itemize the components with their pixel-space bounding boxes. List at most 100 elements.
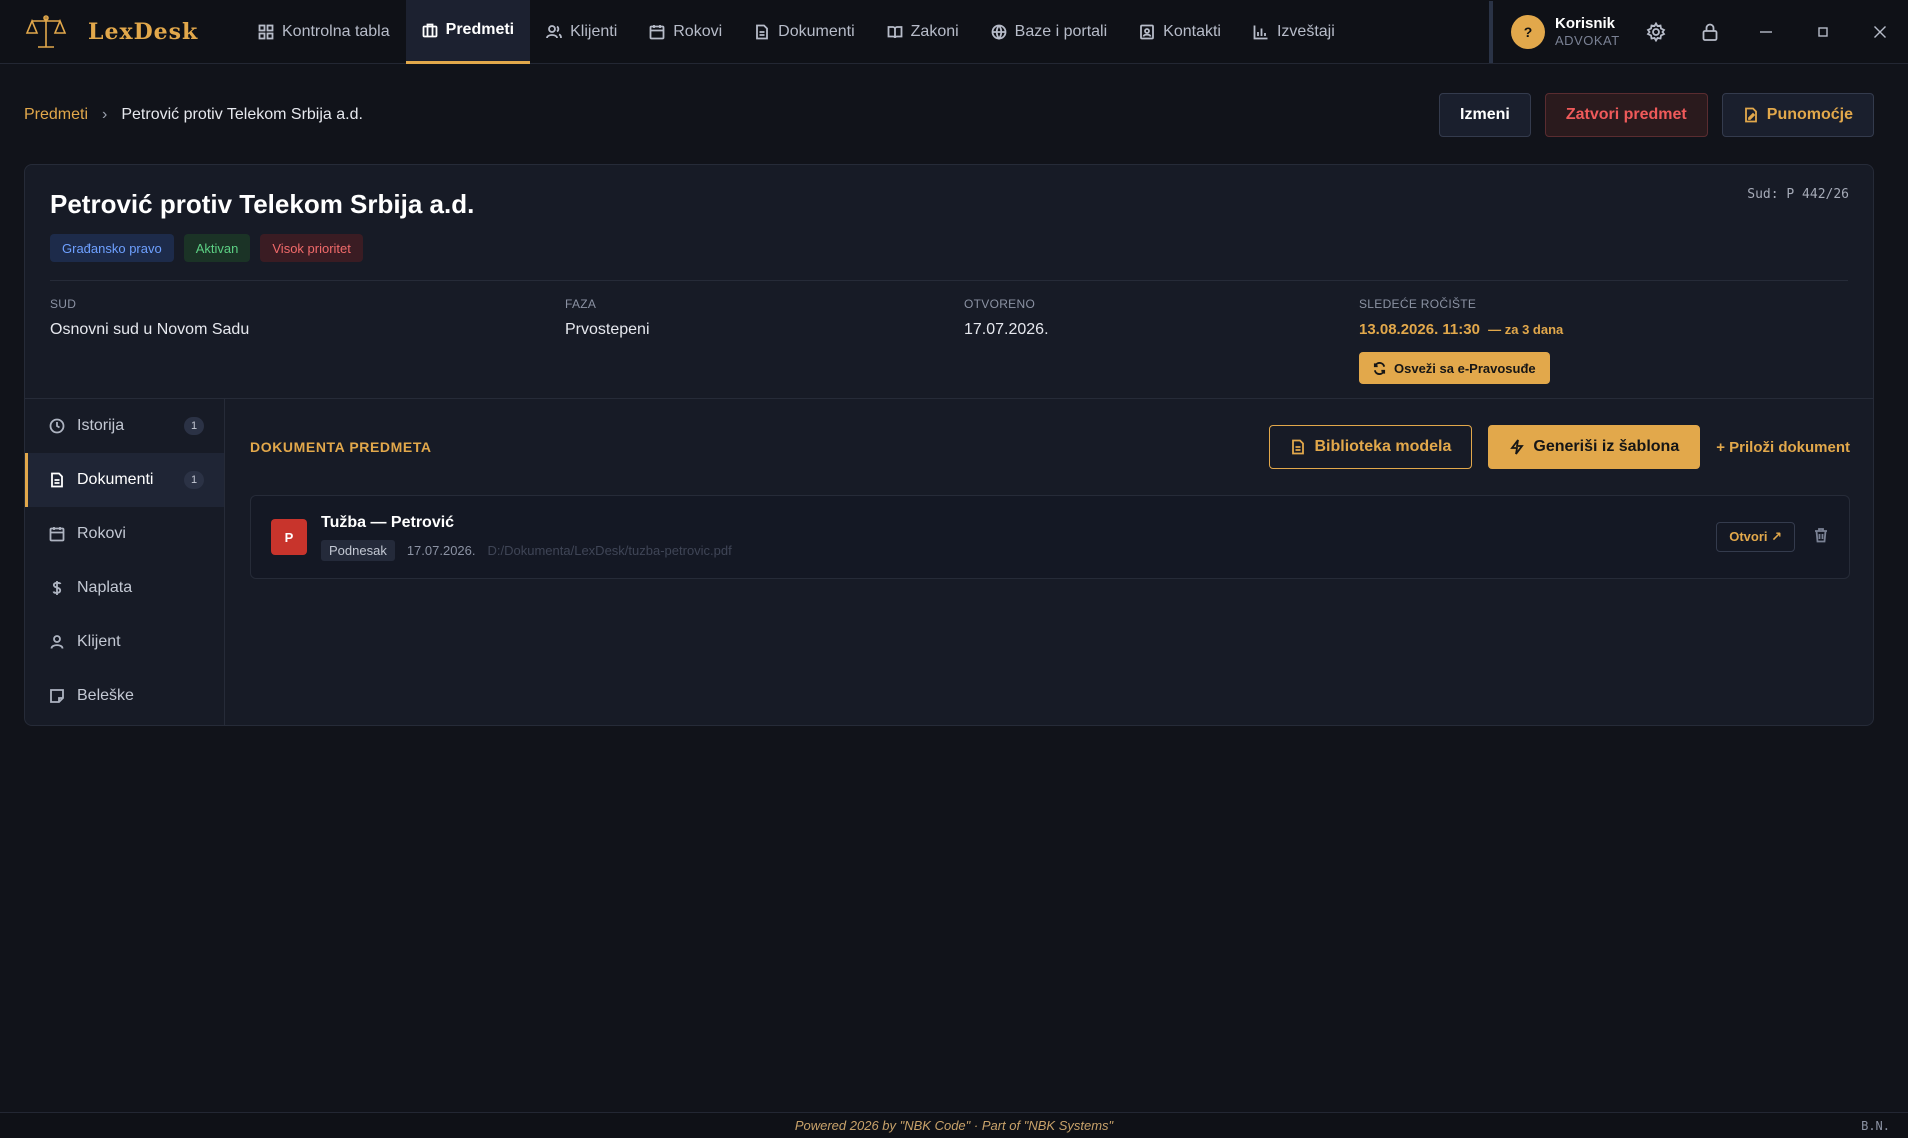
close-case-button[interactable]: Zatvori predmet	[1544, 93, 1708, 137]
open-document-button[interactable]: Otvori ↗	[1716, 522, 1795, 552]
document-icon	[1292, 439, 1305, 455]
tab-beleske[interactable]: Beleške	[25, 669, 224, 723]
nav-rokovi[interactable]: Rokovi	[633, 0, 738, 64]
lock-button[interactable]	[1683, 0, 1737, 64]
users-icon	[546, 24, 563, 38]
lock-icon	[1702, 23, 1718, 41]
maximize-icon	[1817, 27, 1828, 37]
tag-status: Aktivan	[183, 234, 251, 262]
document-meta: Podnesak 17.07.2026. D:/Dokumenta/LexDes…	[321, 539, 732, 561]
note-icon	[50, 689, 64, 703]
case-actions: Izmeni Zatvori predmet Punomoćje	[1439, 93, 1874, 137]
generate-label: Generiši iz šablona	[1533, 438, 1680, 455]
briefcase-icon	[422, 23, 438, 38]
delete-document-button[interactable]	[1813, 527, 1829, 548]
meta-opened: OTVORENO 17.07.2026.	[964, 297, 1049, 339]
breadcrumb-current: Petrović protiv Telekom Srbija a.d.	[121, 106, 363, 123]
nav-label: Klijenti	[570, 22, 618, 40]
brand[interactable]: LexDesk	[0, 0, 214, 64]
nav-label: Rokovi	[673, 22, 723, 40]
user-block[interactable]: Korisnik ADVOKAT	[1555, 15, 1629, 49]
maximize-button[interactable]	[1794, 0, 1851, 64]
document-type-badge: Podnesak	[321, 539, 395, 561]
close-window-button[interactable]	[1851, 0, 1908, 64]
meta-value: 17.07.2026.	[964, 321, 1049, 338]
sync-e-pravosudje-button[interactable]: Osveži sa e-Pravosuđe	[1359, 352, 1550, 384]
grid-icon	[258, 24, 274, 39]
power-of-attorney-label: Punomoćje	[1766, 106, 1853, 123]
minimize-button[interactable]	[1737, 0, 1794, 64]
nav-label: Predmeti	[445, 21, 515, 38]
case-tags: Građansko pravo Aktivan Visok prioritet	[50, 234, 1848, 262]
nav-predmeti[interactable]: Predmeti	[405, 0, 531, 64]
main-nav: Kontrolna tabla Predmeti Klijenti Rokovi…	[242, 0, 1351, 64]
case-header: Petrović protiv Telekom Srbija a.d. Sud:…	[25, 165, 1873, 399]
model-library-label: Biblioteka modela	[1314, 438, 1452, 455]
case-meta: SUD Osnovni sud u Novom Sadu FAZA Prvost…	[50, 281, 1848, 401]
user-role: ADVOKAT	[1555, 33, 1620, 49]
tab-label: Istorija	[77, 417, 125, 434]
nav-baze-i-portali[interactable]: Baze i portali	[975, 0, 1124, 64]
meta-court: SUD Osnovni sud u Novom Sadu	[50, 297, 249, 339]
scales-logo-icon	[24, 12, 68, 52]
case-card: Petrović protiv Telekom Srbija a.d. Sud:…	[24, 164, 1874, 726]
documents-header: DOKUMENTA PREDMETA Biblioteka modela Gen…	[250, 399, 1850, 495]
tab-istorija[interactable]: Istorija 1	[25, 399, 224, 453]
nav-kontrolna-tabla[interactable]: Kontrolna tabla	[242, 0, 406, 64]
edit-button[interactable]: Izmeni	[1439, 93, 1531, 137]
breadcrumb-root[interactable]: Predmeti	[24, 106, 88, 124]
model-library-button[interactable]: Biblioteka modela	[1269, 425, 1473, 469]
refresh-icon	[1373, 361, 1386, 375]
lightning-icon	[1510, 439, 1525, 455]
case-court-number: Sud: P 442/26	[1747, 187, 1849, 202]
nav-izvestaji[interactable]: Izveštaji	[1237, 0, 1351, 64]
gear-icon	[1646, 22, 1666, 42]
close-icon	[1873, 26, 1886, 38]
book-icon	[887, 25, 903, 38]
avatar[interactable]: ?	[1511, 15, 1545, 49]
meta-phase: FAZA Prvostepeni	[565, 297, 650, 339]
meta-label: SUD	[50, 297, 77, 311]
tab-rokovi[interactable]: Rokovi	[25, 507, 224, 561]
meta-label: OTVORENO	[964, 297, 1036, 311]
meta-value: Osnovni sud u Novom Sadu	[50, 321, 250, 338]
meta-value: Prvostepeni	[565, 321, 650, 338]
hearing-info: 13.08.2026. 11:30 — za 3 dana	[1359, 321, 1563, 338]
section-title: DOKUMENTA PREDMETA	[250, 439, 432, 455]
generate-from-template-button[interactable]: Generiši iz šablona	[1488, 425, 1701, 469]
nav-label: Baze i portali	[1014, 22, 1108, 40]
nav-kontakti[interactable]: Kontakti	[1123, 0, 1237, 64]
footer-credits: Powered 2026 by "NBK Code" · Part of "NB…	[794, 1118, 1114, 1133]
documents-actions: Biblioteka modela Generiši iz šablona + …	[1269, 425, 1850, 469]
tab-label: Naplata	[77, 579, 133, 596]
settings-button[interactable]	[1629, 0, 1683, 64]
meta-label: FAZA	[565, 297, 597, 311]
tab-label: Dokumenti	[77, 471, 154, 488]
attach-document-link[interactable]: + Priloži dokument	[1716, 439, 1850, 456]
chevron-right-icon: ›	[102, 106, 108, 123]
nav-label: Dokumenti	[778, 22, 855, 40]
nav-dokumenti[interactable]: Dokumenti	[738, 0, 870, 64]
nav-label: Zakoni	[910, 22, 959, 40]
contact-icon	[1140, 24, 1155, 39]
globe-icon	[991, 24, 1007, 40]
document-row[interactable]: P Tužba — Petrović Podnesak 17.07.2026. …	[250, 495, 1850, 579]
breadcrumb-row: Predmeti › Petrović protiv Telekom Srbij…	[24, 92, 1874, 138]
top-bar: LexDesk Kontrolna tabla Predmeti Klijent…	[0, 0, 1908, 64]
power-of-attorney-button[interactable]: Punomoćje	[1721, 93, 1874, 137]
nav-klijenti[interactable]: Klijenti	[530, 0, 633, 64]
nav-zakoni[interactable]: Zakoni	[871, 0, 975, 64]
meta-next-hearing: SLEDEĆE ROČIŠTE 13.08.2026. 11:30 — za 3…	[1359, 297, 1563, 384]
meta-label: SLEDEĆE ROČIŠTE	[1359, 297, 1477, 311]
nav-label: Kontakti	[1163, 22, 1221, 40]
tab-naplata[interactable]: Naplata	[25, 561, 224, 615]
document-actions: Otvori ↗	[1716, 522, 1829, 552]
tab-count: 1	[184, 417, 204, 435]
document-date: 17.07.2026.	[406, 542, 476, 558]
top-right-area: ? Korisnik ADVOKAT	[1489, 0, 1908, 64]
document-icon	[51, 472, 63, 488]
tab-klijent[interactable]: Klijent	[25, 615, 224, 669]
tab-dokumenti[interactable]: Dokumenti 1	[25, 453, 224, 507]
trash-icon	[1815, 527, 1827, 542]
tag-priority: Visok prioritet	[260, 234, 363, 262]
